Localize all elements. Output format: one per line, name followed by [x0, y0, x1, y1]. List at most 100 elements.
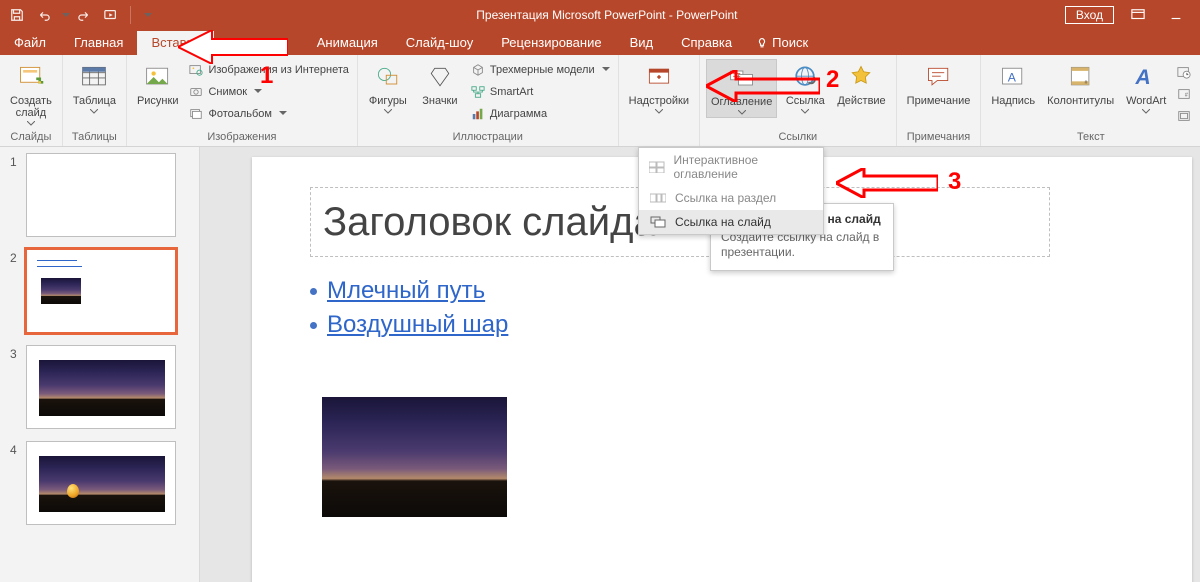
slide-number-icon: #: [1176, 86, 1192, 102]
new-slide-label: Создать слайд: [10, 95, 52, 119]
slide-thumbnail-pane[interactable]: 1 2 3 4: [0, 147, 200, 582]
menu-interactive-toc[interactable]: Интерактивное оглавление: [639, 148, 823, 186]
addins-button[interactable]: Надстройки: [625, 59, 693, 116]
shapes-button[interactable]: Фигуры: [364, 59, 412, 116]
action-button[interactable]: Действие: [833, 59, 889, 109]
link-button[interactable]: Ссылка: [781, 59, 829, 116]
group-slides: Создать слайд Слайды: [0, 55, 63, 146]
toc-dropdown-menu: Интерактивное оглавление Ссылка на разде…: [638, 147, 824, 235]
group-links: Оглавление Ссылка Действие Ссылки: [700, 55, 897, 146]
tab-transitions[interactable]: Переходы: [214, 31, 303, 55]
table-button[interactable]: Таблица: [69, 59, 120, 116]
group-addins-label: [619, 131, 699, 146]
screenshot-button[interactable]: Снимок: [186, 83, 350, 101]
comment-label: Примечание: [907, 95, 971, 107]
header-footer-icon: #: [1065, 61, 1097, 93]
tell-me-search[interactable]: Поиск: [746, 31, 818, 55]
wordart-button[interactable]: A WordArt: [1122, 59, 1170, 116]
ribbon-tabs: Файл Главная Вставка Переходы Анимация С…: [0, 30, 1200, 55]
wordart-label: WordArt: [1126, 95, 1166, 107]
thumb-slide-1[interactable]: 1: [10, 153, 189, 237]
shapes-icon: [372, 61, 404, 93]
shapes-label: Фигуры: [369, 95, 407, 107]
header-footer-label: Колонтитулы: [1047, 95, 1114, 107]
chevron-down-icon: [90, 109, 98, 114]
menu-interactive-toc-label: Интерактивное оглавление: [674, 153, 814, 181]
tell-me-label: Поиск: [772, 35, 808, 50]
group-links-label: Ссылки: [700, 131, 896, 146]
tab-view[interactable]: Вид: [616, 31, 668, 55]
icons-label: Значки: [422, 95, 457, 107]
textbox-button[interactable]: A Надпись: [987, 59, 1039, 109]
tab-help[interactable]: Справка: [667, 31, 746, 55]
bullet-icon: [310, 288, 317, 295]
menu-section-link[interactable]: Ссылка на раздел: [639, 186, 823, 210]
tab-review[interactable]: Рецензирование: [487, 31, 615, 55]
screenshot-icon: [188, 84, 204, 100]
title-bar: Презентация Microsoft PowerPoint - Power…: [0, 0, 1200, 30]
group-tables: Таблица Таблицы: [63, 55, 127, 146]
minimize-icon[interactable]: [1162, 5, 1190, 25]
chevron-down-icon: [801, 109, 809, 114]
qat-customize-icon[interactable]: [141, 6, 151, 24]
screenshot-label: Снимок: [208, 86, 247, 98]
slide-number-button[interactable]: #: [1174, 85, 1194, 103]
tab-insert[interactable]: Вставка: [137, 31, 213, 55]
online-pictures-button[interactable]: Изображения из Интернета: [186, 61, 350, 79]
thumb-slide-3[interactable]: 3: [10, 345, 189, 429]
menu-slide-link[interactable]: Ссылка на слайд: [639, 210, 823, 234]
save-icon[interactable]: [8, 6, 26, 24]
tab-home[interactable]: Главная: [60, 31, 137, 55]
undo-icon[interactable]: [34, 6, 52, 24]
workspace: 1 2 3 4 Заголовок слайда Мл: [0, 147, 1200, 582]
new-slide-icon: [15, 61, 47, 93]
ribbon-insert: Создать слайд Слайды Таблица Таблицы Рис…: [0, 55, 1200, 147]
svg-text:A: A: [1008, 70, 1017, 84]
new-slide-button[interactable]: Создать слайд: [6, 59, 56, 128]
3d-models-button[interactable]: Трехмерные модели: [468, 61, 612, 79]
table-label: Таблица: [73, 95, 116, 107]
hyperlink-1[interactable]: Млечный путь: [327, 277, 485, 305]
ribbon-display-icon[interactable]: [1124, 5, 1152, 25]
header-footer-button[interactable]: # Колонтитулы: [1043, 59, 1118, 109]
thumb-slide-2[interactable]: 2: [10, 249, 189, 333]
online-pictures-label: Изображения из Интернета: [208, 64, 348, 76]
svg-text:#: #: [1185, 93, 1188, 99]
smartart-button[interactable]: SmartArt: [468, 83, 612, 101]
date-time-icon: [1176, 64, 1192, 80]
3d-models-label: Трехмерные модели: [490, 64, 595, 76]
chevron-down-icon: [655, 109, 663, 114]
thumb-slide-4[interactable]: 4: [10, 441, 189, 525]
group-addins: Надстройки: [619, 55, 700, 146]
comment-icon: [923, 61, 955, 93]
inserted-picture[interactable]: [322, 397, 507, 517]
redo-icon[interactable]: [76, 6, 94, 24]
comment-button[interactable]: Примечание: [903, 59, 975, 109]
pictures-button[interactable]: Рисунки: [133, 59, 183, 109]
chart-button[interactable]: Диаграмма: [468, 105, 612, 123]
tab-slideshow[interactable]: Слайд-шоу: [392, 31, 487, 55]
object-button[interactable]: [1174, 107, 1194, 125]
bullet-icon: [310, 322, 317, 329]
hyperlink-2[interactable]: Воздушный шар: [327, 311, 508, 339]
slide-zoom-icon: [649, 215, 667, 229]
pictures-label: Рисунки: [137, 95, 179, 107]
chevron-down-icon: [1142, 109, 1150, 114]
tab-animations[interactable]: Анимация: [303, 31, 392, 55]
link-label: Ссылка: [786, 95, 825, 107]
addins-label: Надстройки: [629, 95, 689, 107]
lightbulb-icon: [756, 37, 768, 49]
sign-in-button[interactable]: Вход: [1065, 6, 1114, 24]
group-text-label: Текст: [981, 131, 1200, 146]
undo-more-icon[interactable]: [60, 6, 68, 24]
content-placeholder[interactable]: Млечный путь Воздушный шар: [310, 277, 1050, 345]
tab-file[interactable]: Файл: [0, 31, 60, 55]
group-images-label: Изображения: [127, 131, 357, 146]
toc-label: Оглавление: [711, 96, 772, 108]
start-from-beginning-icon[interactable]: [102, 6, 120, 24]
icons-button[interactable]: Значки: [416, 59, 464, 109]
date-time-button[interactable]: [1174, 63, 1194, 81]
table-of-contents-button[interactable]: Оглавление: [706, 59, 777, 118]
photo-album-button[interactable]: Фотоальбом: [186, 105, 350, 123]
thumb-number: 1: [10, 153, 20, 237]
